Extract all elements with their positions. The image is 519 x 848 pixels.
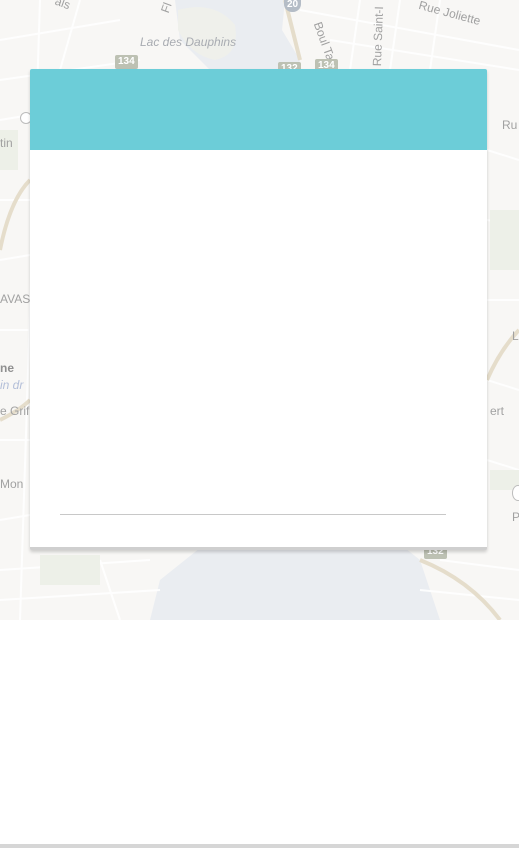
bottom-bar [0,844,519,848]
page: Lac des Dauphins Rue Joliette Boul Tasch… [0,0,519,848]
modal-dialog [30,69,487,550]
modal-header [30,69,487,150]
modal-body [30,150,487,547]
modal-divider [60,514,446,515]
